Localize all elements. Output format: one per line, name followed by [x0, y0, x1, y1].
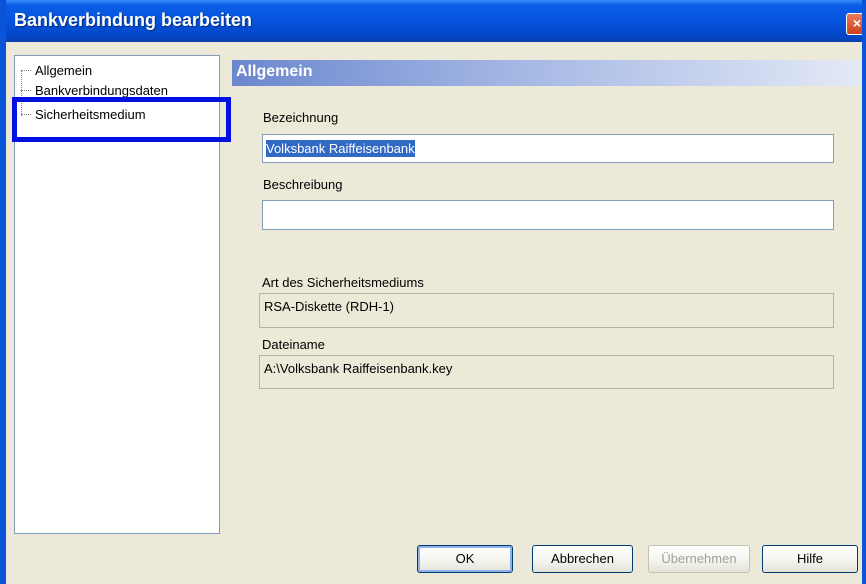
- art-sicherheitsmedium-label: Art des Sicherheitsmediums: [262, 275, 424, 290]
- bezeichnung-label: Bezeichnung: [263, 110, 339, 125]
- close-icon[interactable]: ×: [846, 13, 862, 35]
- tree-item-label: Allgemein: [35, 62, 93, 78]
- tree-item-allgemein[interactable]: Allgemein: [15, 61, 92, 79]
- art-sicherheitsmedium-field: RSA-Diskette (RDH-1): [259, 293, 834, 328]
- panel-header: Allgemein: [232, 60, 862, 86]
- dateiname-value: A:\Volksbank Raiffeisenbank.key: [264, 361, 453, 376]
- dateiname-field: A:\Volksbank Raiffeisenbank.key: [259, 355, 834, 389]
- beschreibung-input[interactable]: [262, 200, 834, 230]
- dateiname-label: Dateiname: [262, 337, 325, 352]
- abbrechen-button[interactable]: Abbrechen: [532, 545, 633, 573]
- uebernehmen-button[interactable]: Übernehmen: [648, 545, 750, 573]
- tree-branch: [21, 89, 31, 91]
- tree-branch: [21, 69, 31, 71]
- title-bar[interactable]: Bankverbindung bearbeiten ×: [6, 0, 862, 42]
- tree-item-label: Bankverbindungsdaten: [35, 82, 168, 98]
- ok-button[interactable]: OK: [417, 545, 513, 573]
- hilfe-button[interactable]: Hilfe: [762, 545, 858, 573]
- beschreibung-label: Beschreibung: [263, 177, 343, 192]
- panel-header-title: Allgemein: [236, 63, 313, 80]
- annotation-highlight-box: [12, 97, 231, 142]
- bezeichnung-input[interactable]: Volksbank Raiffeisenbank: [262, 134, 834, 163]
- window-title: Bankverbindung bearbeiten: [14, 10, 253, 30]
- bezeichnung-value: Volksbank Raiffeisenbank: [266, 140, 415, 157]
- art-sicherheitsmedium-value: RSA-Diskette (RDH-1): [264, 299, 395, 314]
